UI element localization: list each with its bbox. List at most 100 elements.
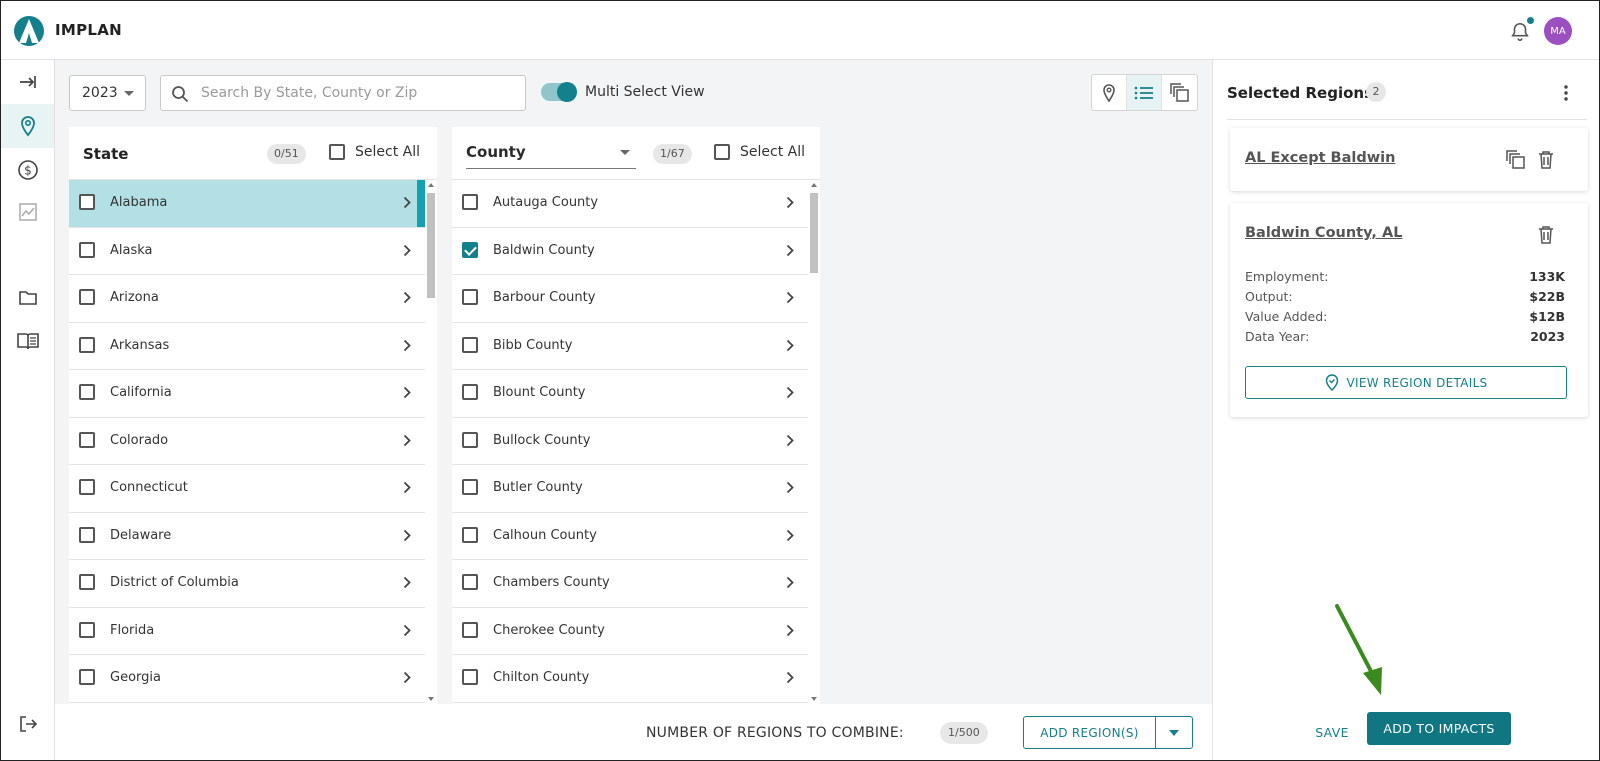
region-card-title[interactable]: Baldwin County, AL [1245, 225, 1402, 241]
row-checkbox[interactable] [79, 669, 95, 685]
state-scrollbar[interactable] [425, 180, 437, 704]
chevron-right-icon[interactable] [403, 196, 411, 209]
scroll-thumb[interactable] [427, 193, 435, 298]
chevron-right-icon[interactable] [403, 386, 411, 399]
chevron-right-icon[interactable] [403, 624, 411, 637]
trash-icon[interactable] [1538, 225, 1554, 244]
state-row[interactable]: Delaware [69, 513, 425, 560]
avatar[interactable]: MA [1544, 17, 1572, 45]
chevron-right-icon[interactable] [786, 339, 794, 352]
chevron-right-icon[interactable] [403, 576, 411, 589]
county-dropdown[interactable]: County [466, 141, 636, 169]
state-select-all[interactable]: Select All [329, 144, 420, 160]
county-row[interactable]: Calhoun County [452, 513, 808, 560]
list-view-button[interactable] [1127, 75, 1162, 110]
nav-projects[interactable] [1, 276, 54, 320]
add-to-impacts-button[interactable]: ADD TO IMPACTS [1367, 712, 1511, 745]
chevron-right-icon[interactable] [786, 529, 794, 542]
row-checkbox[interactable] [79, 336, 95, 353]
chevron-right-icon[interactable] [403, 244, 411, 257]
search-box[interactable] [160, 75, 526, 111]
chevron-right-icon[interactable] [786, 576, 794, 589]
state-row[interactable]: Connecticut [69, 465, 425, 513]
row-checkbox[interactable] [79, 289, 95, 305]
map-view-button[interactable] [1092, 75, 1127, 110]
state-row[interactable]: Arkansas [69, 323, 425, 370]
select-all-checkbox[interactable] [714, 144, 730, 160]
state-row[interactable]: Colorado [69, 418, 425, 465]
chevron-right-icon[interactable] [786, 196, 794, 209]
chevron-right-icon[interactable] [786, 671, 794, 684]
county-row[interactable]: Autauga County [452, 180, 808, 228]
row-checkbox[interactable] [462, 621, 478, 638]
nav-docs[interactable] [1, 319, 54, 363]
chevron-right-icon[interactable] [403, 481, 411, 494]
add-regions-button[interactable]: ADD REGION(S) [1024, 717, 1156, 748]
state-row[interactable]: District of Columbia [69, 560, 425, 608]
row-checkbox[interactable] [462, 336, 478, 353]
chevron-right-icon[interactable] [786, 624, 794, 637]
row-checkbox[interactable] [462, 479, 478, 495]
state-row[interactable]: Florida [69, 608, 425, 655]
nav-logout[interactable] [1, 702, 54, 746]
scroll-down-icon[interactable] [811, 697, 817, 701]
row-checkbox[interactable] [462, 289, 478, 305]
chevron-right-icon[interactable] [403, 291, 411, 304]
row-checkbox[interactable] [79, 574, 95, 590]
row-checkbox[interactable] [462, 241, 478, 258]
year-select[interactable]: 2023 [69, 75, 146, 111]
state-row[interactable]: Alaska [69, 228, 425, 275]
row-checkbox[interactable] [79, 431, 95, 448]
scroll-down-icon[interactable] [428, 697, 434, 701]
more-options-icon[interactable] [1563, 84, 1569, 102]
scroll-up-icon[interactable] [428, 183, 434, 187]
chevron-right-icon[interactable] [403, 671, 411, 684]
combine-view-button[interactable] [1162, 75, 1197, 110]
region-card-title[interactable]: AL Except Baldwin [1245, 150, 1395, 166]
county-row[interactable]: Bullock County [452, 418, 808, 465]
trash-icon[interactable] [1538, 150, 1554, 169]
state-row[interactable]: Georgia [69, 655, 425, 703]
copy-stack-icon[interactable] [1506, 150, 1526, 170]
row-checkbox[interactable] [462, 431, 478, 448]
county-row[interactable]: Chilton County [452, 655, 808, 703]
nav-regions[interactable] [1, 104, 54, 148]
row-checkbox[interactable] [462, 384, 478, 400]
row-checkbox[interactable] [462, 574, 478, 590]
county-row[interactable]: Blount County [452, 370, 808, 418]
county-scrollbar[interactable] [808, 180, 820, 704]
chevron-right-icon[interactable] [403, 434, 411, 447]
county-row[interactable]: Butler County [452, 465, 808, 513]
chevron-right-icon[interactable] [786, 291, 794, 304]
state-row[interactable]: Alabama [69, 180, 425, 228]
chevron-right-icon[interactable] [786, 434, 794, 447]
row-checkbox[interactable] [79, 526, 95, 543]
chevron-right-icon[interactable] [403, 339, 411, 352]
notification-bell-icon[interactable] [1509, 21, 1531, 43]
county-row[interactable]: Cherokee County [452, 608, 808, 655]
nav-expand[interactable] [1, 60, 54, 104]
nav-economics[interactable]: $ [1, 148, 54, 192]
chevron-right-icon[interactable] [403, 529, 411, 542]
county-row[interactable]: Chambers County [452, 560, 808, 608]
row-checkbox[interactable] [462, 194, 478, 210]
nav-results[interactable] [1, 190, 54, 234]
county-row[interactable]: Bibb County [452, 323, 808, 370]
chevron-right-icon[interactable] [786, 386, 794, 399]
search-input[interactable] [201, 76, 519, 110]
scroll-thumb[interactable] [810, 193, 818, 273]
add-regions-dropdown[interactable] [1156, 717, 1192, 748]
save-button[interactable]: SAVE [1308, 719, 1356, 745]
row-checkbox[interactable] [79, 194, 95, 210]
row-checkbox[interactable] [462, 669, 478, 685]
state-row[interactable]: California [69, 370, 425, 418]
county-select-all[interactable]: Select All [714, 144, 805, 160]
scroll-up-icon[interactable] [811, 183, 817, 187]
chevron-right-icon[interactable] [786, 481, 794, 494]
county-row[interactable]: Baldwin County [452, 228, 808, 275]
row-checkbox[interactable] [79, 384, 95, 400]
row-checkbox[interactable] [79, 241, 95, 258]
row-checkbox[interactable] [79, 621, 95, 638]
chevron-right-icon[interactable] [786, 244, 794, 257]
view-region-details-button[interactable]: VIEW REGION DETAILS [1245, 366, 1567, 399]
